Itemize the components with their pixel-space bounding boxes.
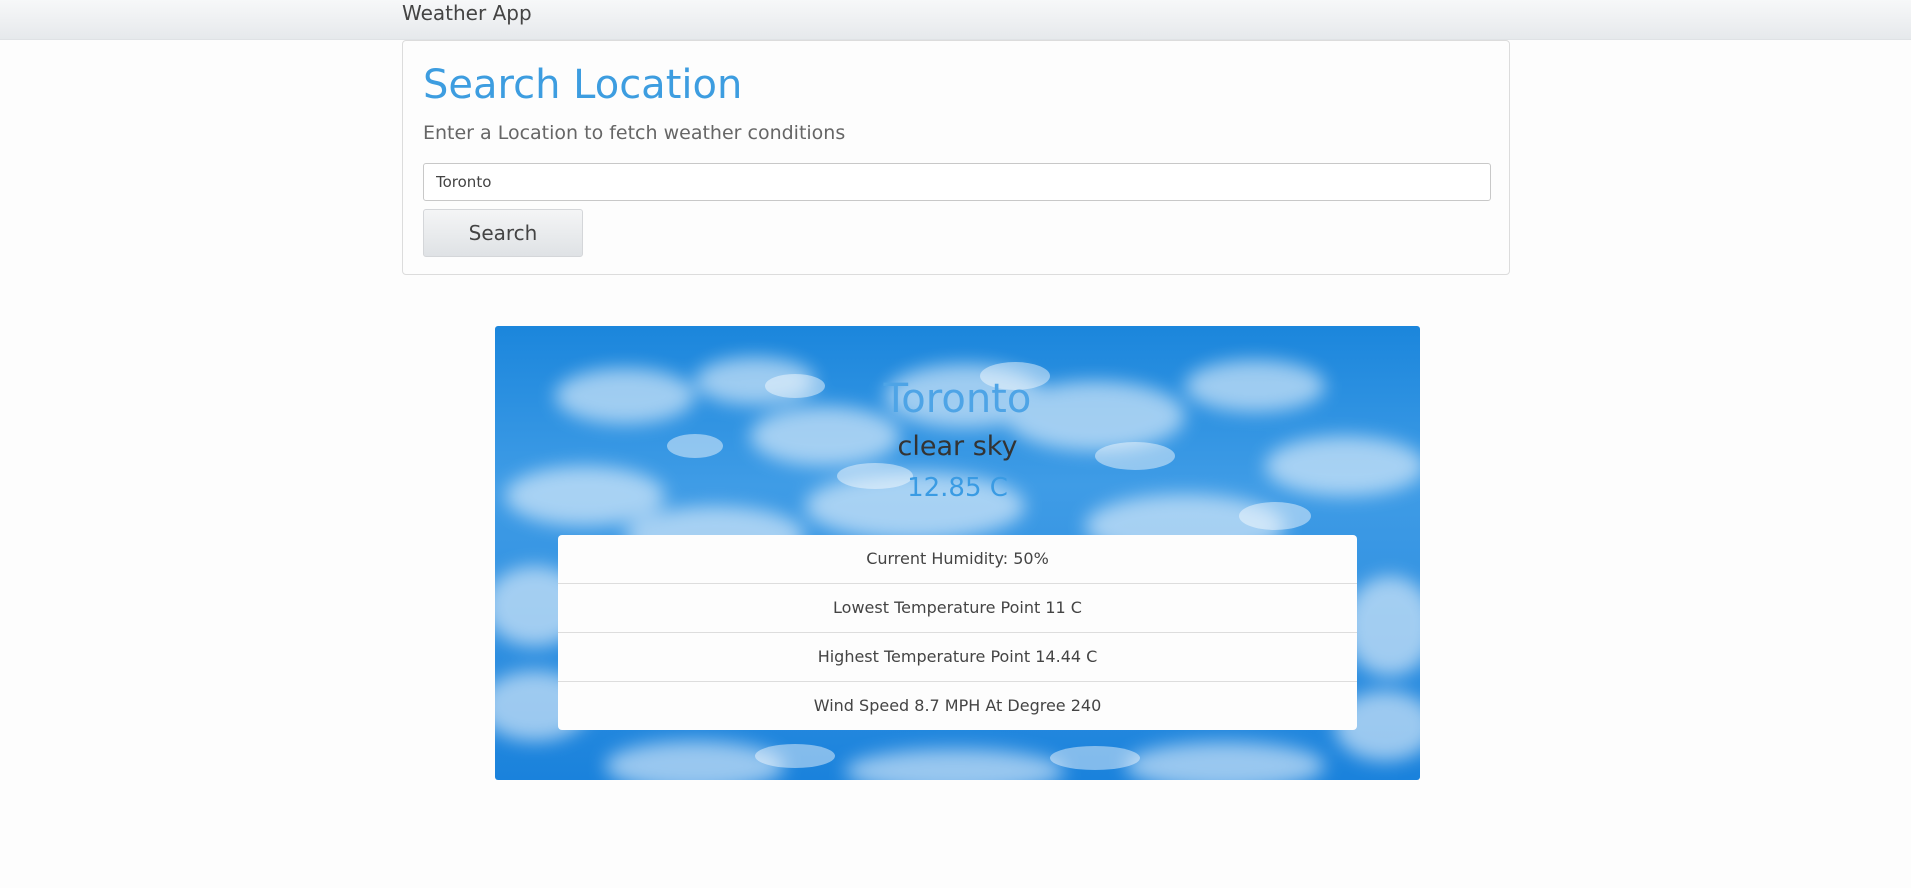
weather-card: Toronto clear sky 12.85 C Current Humidi… [495,326,1420,780]
city-name: Toronto [883,376,1032,422]
humidity-item: Current Humidity: 50% [558,535,1357,584]
weather-stats-list: Current Humidity: 50% Lowest Temperature… [558,535,1357,730]
search-subtitle: Enter a Location to fetch weather condit… [423,122,846,144]
search-button[interactable]: Search [423,209,583,257]
location-input[interactable] [423,163,1491,201]
low-temp-item: Lowest Temperature Point 11 C [558,584,1357,633]
search-panel: Search Location Enter a Location to fetc… [402,40,1510,275]
brand-link[interactable]: Weather App [402,0,532,26]
weather-description: clear sky [897,431,1018,462]
high-temp-item: Highest Temperature Point 14.44 C [558,633,1357,682]
temperature: 12.85 C [907,473,1008,503]
search-title: Search Location [423,62,743,108]
navbar: Weather App [0,0,1911,40]
wind-item: Wind Speed 8.7 MPH At Degree 240 [813,696,1102,715]
